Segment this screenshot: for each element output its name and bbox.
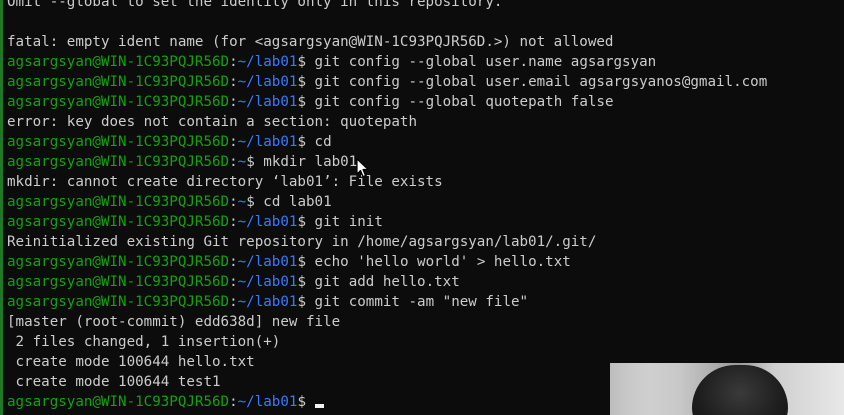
prompt-symbol: $ (297, 134, 315, 150)
prompt-symbol: $ (297, 94, 315, 110)
prompt-separator: : (229, 94, 238, 110)
command-text: mkdir lab01 (263, 154, 358, 170)
prompt-symbol: $ (297, 294, 315, 310)
output-text: mkdir: cannot create directory ‘lab01’: … (7, 174, 443, 190)
prompt-user: agsargsyan@WIN-1C93PQJR56D (7, 94, 230, 110)
webcam-overlay (610, 363, 844, 415)
output-text: 2 files changed, 1 insertion(+) (7, 334, 281, 350)
output-line: 2 files changed, 1 insertion(+) (7, 332, 844, 352)
terminal-output[interactable]: Omit --global to set the identity only i… (7, 0, 844, 412)
prompt-user: agsargsyan@WIN-1C93PQJR56D (7, 194, 230, 210)
prompt-path: ~/lab01 (237, 54, 298, 70)
webcam-background (610, 363, 650, 415)
command-text: git init (314, 214, 383, 230)
terminal-window[interactable]: Omit --global to set the identity only i… (0, 0, 844, 415)
prompt-line: agsargsyan@WIN-1C93PQJR56D:~/lab01$ git … (7, 92, 844, 112)
prompt-line: agsargsyan@WIN-1C93PQJR56D:~/lab01$ git … (7, 292, 844, 312)
command-text: git add hello.txt (314, 274, 460, 290)
output-text: create mode 100644 hello.txt (7, 354, 255, 370)
command-text: cd (314, 134, 332, 150)
prompt-user: agsargsyan@WIN-1C93PQJR56D (7, 134, 230, 150)
prompt-separator: : (229, 294, 238, 310)
prompt-separator: : (229, 54, 238, 70)
prompt-separator: : (229, 254, 238, 270)
prompt-path: ~/lab01 (237, 74, 298, 90)
prompt-path: ~/lab01 (237, 214, 298, 230)
prompt-line: agsargsyan@WIN-1C93PQJR56D:~$ mkdir lab0… (7, 152, 844, 172)
prompt-symbol: $ (297, 254, 315, 270)
prompt-separator: : (229, 194, 238, 210)
command-text: cd lab01 (263, 194, 332, 210)
prompt-user: agsargsyan@WIN-1C93PQJR56D (7, 154, 230, 170)
prompt-line: agsargsyan@WIN-1C93PQJR56D:~/lab01$ echo… (7, 252, 844, 272)
output-line: [master (root-commit) edd638d] new file (7, 312, 844, 332)
prompt-user: agsargsyan@WIN-1C93PQJR56D (7, 74, 230, 90)
prompt-separator: : (229, 134, 238, 150)
mouse-pointer-icon (356, 158, 369, 178)
prompt-path: ~ (237, 154, 247, 170)
output-line: Omit --global to set the identity only i… (7, 0, 844, 12)
prompt-path: ~/lab01 (237, 274, 298, 290)
prompt-line: agsargsyan@WIN-1C93PQJR56D:~/lab01$ git … (7, 72, 844, 92)
webcam-person (692, 365, 788, 415)
output-line: mkdir: cannot create directory ‘lab01’: … (7, 172, 844, 192)
output-text: Omit --global to set the identity only i… (7, 0, 503, 10)
prompt-line: agsargsyan@WIN-1C93PQJR56D:~$ cd lab01 (7, 192, 844, 212)
output-text: create mode 100644 test1 (7, 374, 221, 390)
prompt-separator: : (229, 154, 238, 170)
prompt-symbol: $ (297, 214, 315, 230)
prompt-line: agsargsyan@WIN-1C93PQJR56D:~/lab01$ git … (7, 52, 844, 72)
prompt-path: ~ (237, 194, 247, 210)
command-text: echo 'hello world' > hello.txt (314, 254, 571, 270)
output-text: [master (root-commit) edd638d] new file (7, 314, 341, 330)
output-text: Reinitialized existing Git repository in… (7, 234, 597, 250)
prompt-user: agsargsyan@WIN-1C93PQJR56D (7, 274, 230, 290)
prompt-user: agsargsyan@WIN-1C93PQJR56D (7, 394, 230, 410)
prompt-user: agsargsyan@WIN-1C93PQJR56D (7, 54, 230, 70)
prompt-path: ~/lab01 (237, 134, 298, 150)
prompt-user: agsargsyan@WIN-1C93PQJR56D (7, 214, 230, 230)
command-text: git config --global quotepath false (314, 94, 614, 110)
prompt-user: agsargsyan@WIN-1C93PQJR56D (7, 294, 230, 310)
prompt-symbol: $ (297, 74, 315, 90)
text-cursor-icon[interactable] (314, 404, 324, 408)
output-text: fatal: empty ident name (for <agsargsyan… (7, 34, 614, 50)
command-text: git config --global user.email agsargsya… (314, 74, 768, 90)
output-line: error: key does not contain a section: q… (7, 112, 844, 132)
prompt-separator: : (229, 74, 238, 90)
command-text: git commit -am "new file" (314, 294, 529, 310)
prompt-symbol: $ (246, 194, 264, 210)
window-border (0, 0, 3, 415)
prompt-symbol: $ (297, 394, 315, 410)
prompt-path: ~/lab01 (237, 294, 298, 310)
command-text: git config --global user.name agsargsyan (314, 54, 657, 70)
output-line: fatal: empty ident name (for <agsargsyan… (7, 32, 844, 52)
output-text: error: key does not contain a section: q… (7, 114, 417, 130)
prompt-symbol: $ (297, 274, 315, 290)
prompt-separator: : (229, 214, 238, 230)
prompt-symbol: $ (297, 54, 315, 70)
prompt-user: agsargsyan@WIN-1C93PQJR56D (7, 254, 230, 270)
prompt-separator: : (229, 394, 238, 410)
prompt-line: agsargsyan@WIN-1C93PQJR56D:~/lab01$ git … (7, 212, 844, 232)
output-line: Reinitialized existing Git repository in… (7, 232, 844, 252)
prompt-path: ~/lab01 (237, 394, 298, 410)
prompt-symbol: $ (246, 154, 264, 170)
prompt-line: agsargsyan@WIN-1C93PQJR56D:~/lab01$ cd (7, 132, 844, 152)
prompt-path: ~/lab01 (237, 94, 298, 110)
prompt-path: ~/lab01 (237, 254, 298, 270)
prompt-line: agsargsyan@WIN-1C93PQJR56D:~/lab01$ git … (7, 272, 844, 292)
prompt-separator: : (229, 274, 238, 290)
